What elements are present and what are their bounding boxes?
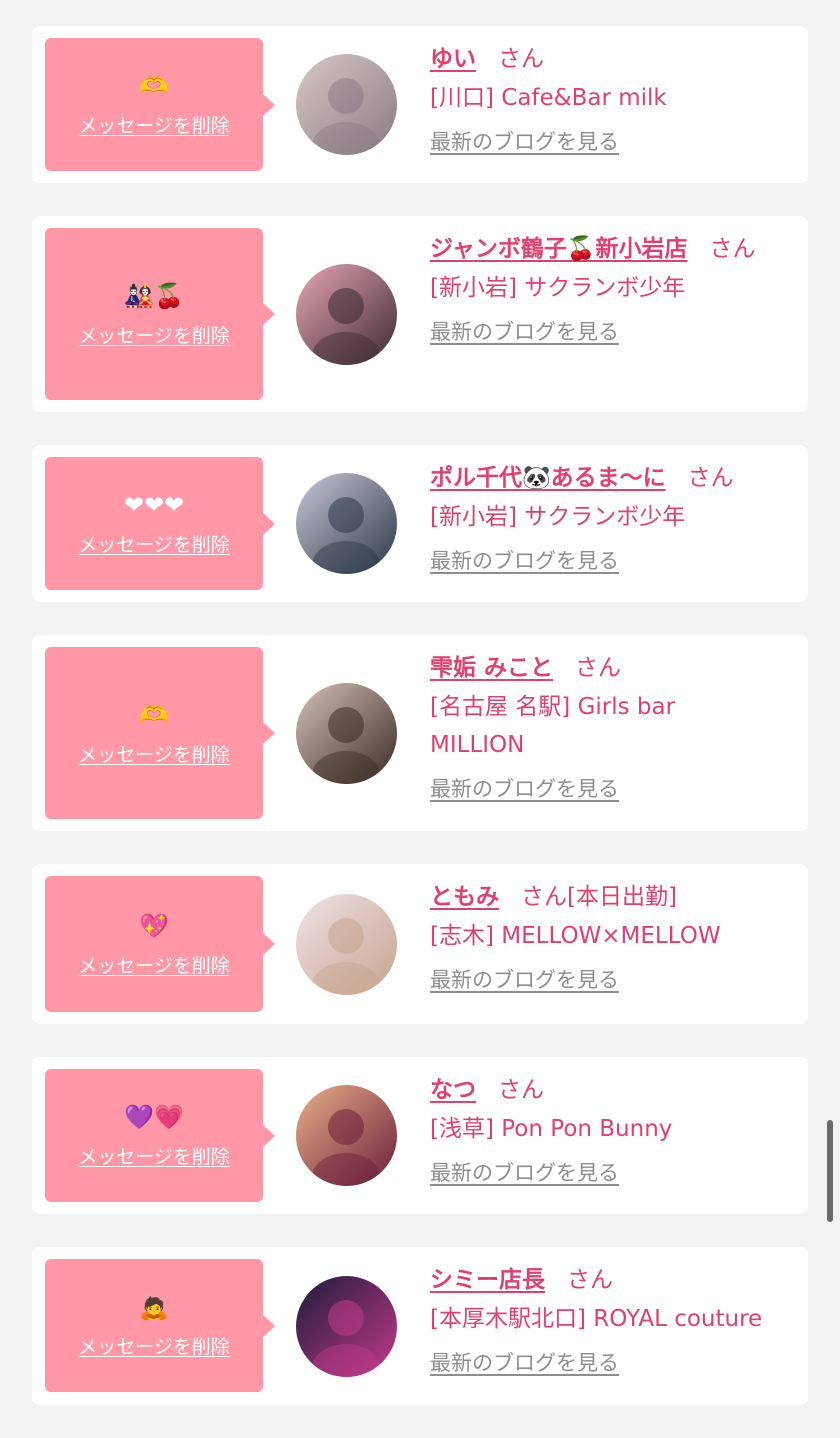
cast-info: 雫姤 みこと さん [名古屋 名駅] Girls bar MILLION 最新のブログ… (430, 648, 800, 806)
cast-info: ジャンボ鶴子🍒新小岩店 さん [新小岩] サクランボ少年最新のブログを見る (430, 229, 800, 349)
shop-name: [新小岩] サクランボ少年 (430, 275, 686, 301)
name-line: なつ さん (430, 1070, 800, 1110)
name-line: ともみ さん[本日出勤] (430, 877, 800, 917)
honorific: さん (709, 236, 756, 262)
message-emoji: 🫶 (139, 700, 169, 729)
scrollbar[interactable] (827, 1120, 833, 1222)
delete-message-link[interactable]: メッセージを削除 (78, 951, 230, 978)
latest-blog-link[interactable]: 最新のブログを見る (430, 544, 619, 578)
honorific: さん (567, 1267, 613, 1293)
cast-name-link[interactable]: シミー店長 (430, 1267, 545, 1293)
message-emoji: 🙇 (139, 1293, 169, 1321)
cast-info: ともみ さん[本日出勤] [志木] MELLOW×MELLOW 最新のブログを見る (430, 877, 800, 997)
delete-message-link[interactable]: メッセージを削除 (78, 1142, 230, 1169)
shop-name: [川口] Cafe&Bar milk (430, 85, 667, 111)
avatar[interactable] (296, 894, 397, 995)
cast-name-link[interactable]: ともみ (430, 884, 499, 910)
avatar[interactable] (296, 473, 397, 574)
message-emoji: 💖 (139, 911, 169, 940)
message-emoji: 🎎🍒 (124, 281, 184, 310)
cast-info: シミー店長 さん [本厚木駅北口] ROYAL couture 最新のブログを見る (430, 1260, 800, 1380)
shop-name: [志木] MELLOW×MELLOW (430, 923, 721, 949)
cast-info: なつ さん [浅草] Pon Pon Bunny 最新のブログを見る (430, 1070, 800, 1190)
honorific: さん (575, 655, 622, 681)
name-line: ジャンボ鶴子🍒新小岩店 さん (430, 229, 800, 269)
message-bubble: 💖 メッセージを削除 (45, 876, 275, 1012)
message-card: 🎎🍒 メッセージを削除 ジャンボ鶴子🍒新小岩店 さん [新小岩] サクランボ少年最新のブ… (32, 216, 808, 412)
cast-name-link[interactable]: ポル千代🐼あるま〜に (430, 465, 666, 491)
cast-info: ポル千代🐼あるま〜に さん [新小岩] サクランボ少年 最新のブログを見る (430, 458, 800, 578)
name-line: シミー店長 さん (430, 1260, 800, 1300)
avatar[interactable] (296, 1085, 397, 1186)
delete-message-link[interactable]: メッセージを削除 (78, 530, 230, 557)
delete-message-link[interactable]: メッセージを削除 (78, 321, 230, 348)
message-emoji: 🫶 (139, 72, 169, 100)
delete-message-link[interactable]: メッセージを削除 (78, 740, 230, 767)
honorific: さん (521, 884, 567, 910)
message-bubble: ❤❤❤ メッセージを削除 (45, 457, 275, 590)
shop-name: [名古屋 名駅] Girls bar MILLION (430, 694, 676, 758)
cast-name-link[interactable]: なつ (430, 1077, 476, 1103)
message-card: 💖 メッセージを削除 ともみ さん[本日出勤] [志木] MELLOW×MELLOW 最新… (32, 864, 808, 1024)
message-card: 🙇 メッセージを削除 シミー店長 さん [本厚木駅北口] ROYAL couture 最新… (32, 1247, 808, 1405)
message-card: 💜💗 メッセージを削除 なつ さん [浅草] Pon Pon Bunny 最新のブログを見… (32, 1057, 808, 1214)
message-bubble: 💜💗 メッセージを削除 (45, 1069, 275, 1202)
latest-blog-link[interactable]: 最新のブログを見る (430, 1156, 619, 1190)
latest-blog-link[interactable]: 最新のブログを見る (430, 963, 619, 997)
shop-name: [浅草] Pon Pon Bunny (430, 1116, 673, 1142)
message-bubble: 🫶 メッセージを削除 (45, 38, 275, 171)
cast-name-link[interactable]: 雫姤 みこと (430, 655, 553, 681)
shop-name: [新小岩] サクランボ少年 (430, 504, 686, 530)
message-card: ❤❤❤ メッセージを削除 ポル千代🐼あるま〜に さん [新小岩] サクランボ少年 最新のブ… (32, 445, 808, 602)
delete-message-link[interactable]: メッセージを削除 (78, 111, 230, 138)
cast-name-link[interactable]: ジャンボ鶴子🍒新小岩店 (430, 236, 688, 262)
cast-name-link[interactable]: ゆい (430, 46, 476, 72)
message-bubble: 🫶 メッセージを削除 (45, 647, 275, 819)
honorific: さん (498, 1077, 544, 1103)
latest-blog-link[interactable]: 最新のブログを見る (430, 1346, 619, 1380)
cast-info: ゆい さん [川口] Cafe&Bar milk 最新のブログを見る (430, 39, 800, 159)
attendance-badge: [本日出勤] (567, 884, 677, 910)
message-list: 🫶 メッセージを削除 ゆい さん [川口] Cafe&Bar milk 最新のブログを見る… (32, 26, 808, 1438)
latest-blog-link[interactable]: 最新のブログを見る (430, 772, 619, 806)
name-line: ポル千代🐼あるま〜に さん (430, 458, 800, 498)
name-line: 雫姤 みこと さん (430, 648, 800, 688)
message-emoji: 💜💗 (124, 1103, 184, 1131)
message-bubble: 🙇 メッセージを削除 (45, 1259, 275, 1392)
name-line: ゆい さん (430, 39, 800, 79)
message-bubble: 🎎🍒 メッセージを削除 (45, 228, 275, 400)
message-card: 🫶 メッセージを削除 ゆい さん [川口] Cafe&Bar milk 最新のブログを見る (32, 26, 808, 183)
message-card: 🫶 メッセージを削除 雫姤 みこと さん [名古屋 名駅] Girls bar MILL… (32, 635, 808, 831)
latest-blog-link[interactable]: 最新のブログを見る (430, 315, 619, 349)
latest-blog-link[interactable]: 最新のブログを見る (430, 125, 619, 159)
honorific: さん (687, 465, 734, 491)
honorific: さん (498, 46, 544, 72)
delete-message-link[interactable]: メッセージを削除 (78, 1332, 230, 1359)
avatar[interactable] (296, 1276, 397, 1377)
avatar[interactable] (296, 264, 397, 365)
shop-name: [本厚木駅北口] ROYAL couture (430, 1306, 763, 1332)
message-emoji: ❤❤❤ (123, 491, 185, 519)
avatar[interactable] (296, 683, 397, 784)
avatar[interactable] (296, 54, 397, 155)
